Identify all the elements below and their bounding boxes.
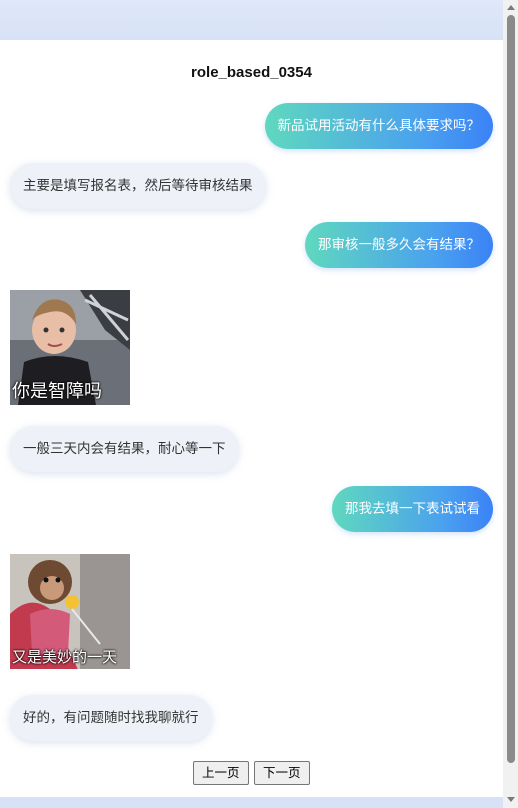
bottom-background-band — [0, 797, 518, 808]
scroll-up-arrow-icon[interactable] — [507, 5, 515, 10]
scrollbar[interactable] — [503, 0, 518, 808]
bot-message-bubble: 好的，有问题随时找我聊就行 — [10, 695, 212, 741]
scrollbar-thumb[interactable] — [507, 15, 515, 763]
scroll-down-arrow-icon[interactable] — [507, 797, 515, 802]
top-background-band — [0, 0, 518, 40]
user-message-bubble: 那我去填一下表试试看 — [332, 486, 493, 532]
chat-panel: role_based_0354 新品试用活动有什么具体要求吗？ 主要是填写报名表… — [0, 40, 503, 797]
previous-page-button[interactable]: 上一页 — [193, 761, 249, 785]
user-message-bubble: 新品试用活动有什么具体要求吗？ — [264, 103, 493, 149]
sticker-caption: 又是美妙的一天 — [12, 648, 118, 666]
boy-sticker-image: 你是智障吗 — [10, 290, 130, 405]
sticker-caption: 你是智障吗 — [12, 381, 102, 402]
next-page-button[interactable]: 下一页 — [254, 761, 310, 785]
user-message-bubble: 那审核一般多久会有结果？ — [305, 222, 493, 268]
monkey-sticker-image: 又是美妙的一天 — [10, 554, 130, 669]
bot-message-bubble: 一般三天内会有结果，耐心等一下 — [10, 426, 239, 472]
bot-message-bubble: 主要是填写报名表，然后等待审核结果 — [10, 163, 266, 209]
page-title: role_based_0354 — [191, 64, 312, 81]
